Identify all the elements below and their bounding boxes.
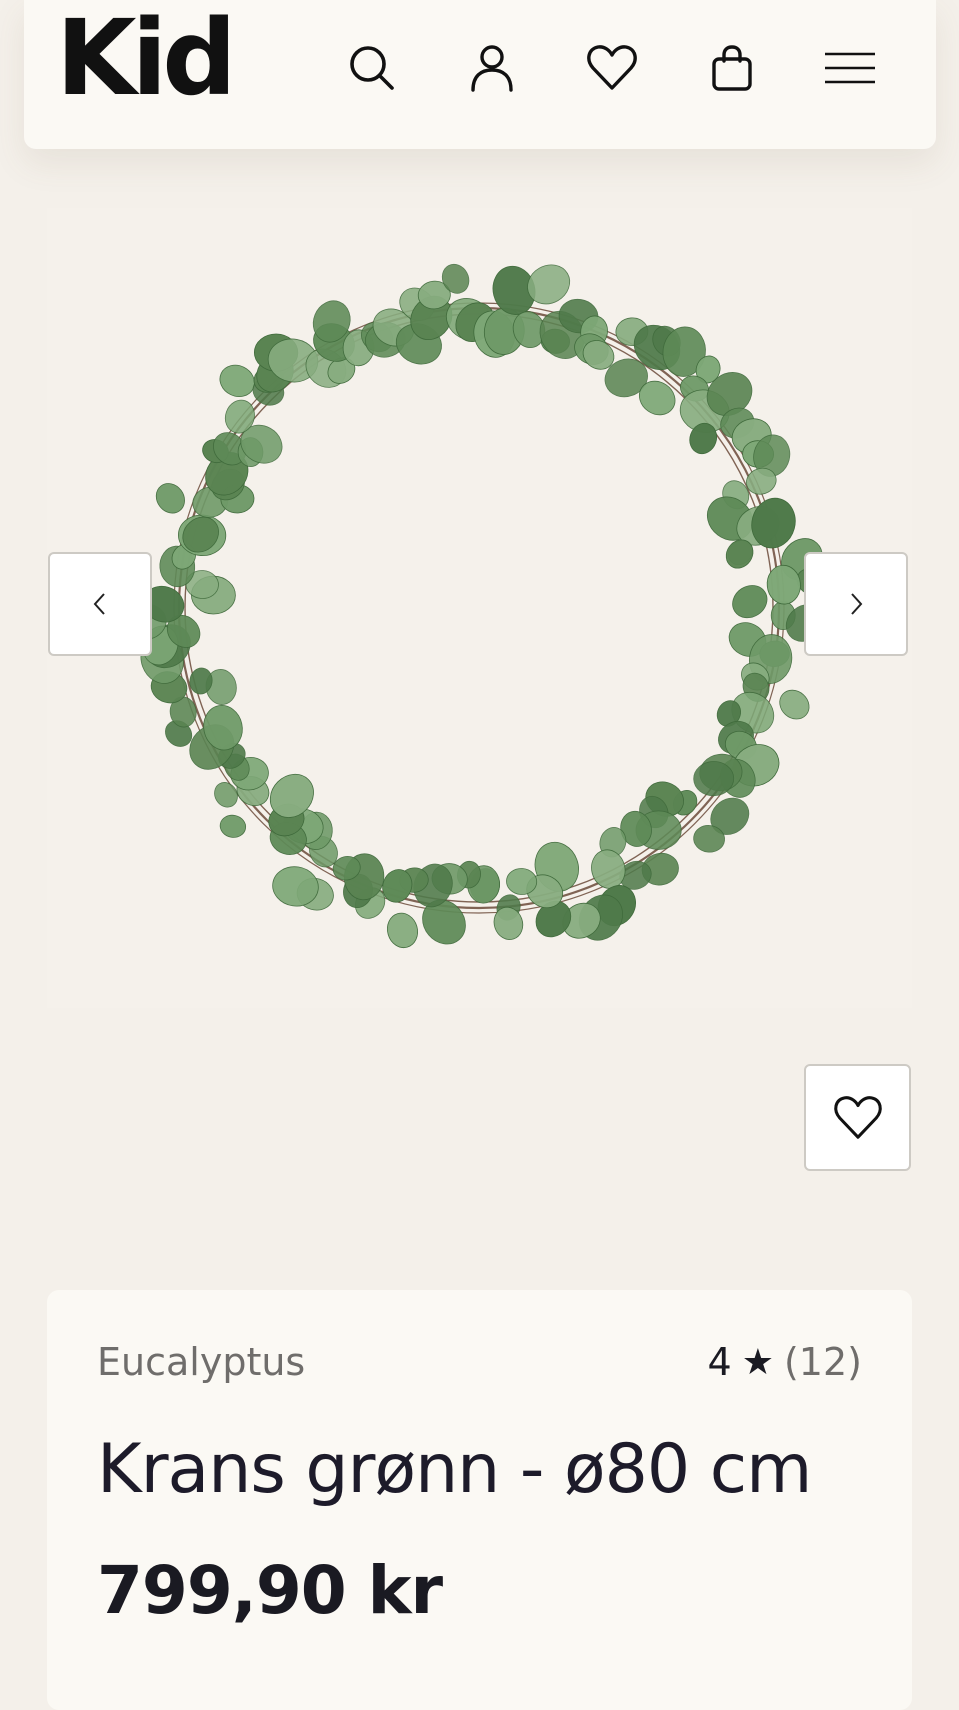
wreath-leaf <box>779 689 810 720</box>
wreath-leaf <box>219 364 255 398</box>
chevron-left-icon <box>93 593 105 615</box>
star-icon: ★ <box>741 1341 774 1383</box>
menu-icon <box>825 52 875 84</box>
gallery-prev-button[interactable] <box>48 552 152 656</box>
search-button[interactable] <box>340 36 404 100</box>
wreath-leaf <box>219 814 247 838</box>
product-image[interactable] <box>47 208 912 1008</box>
account-button[interactable] <box>460 36 524 100</box>
product-info-card: Eucalyptus 4 ★ (12) Krans grønn - ø80 cm… <box>47 1290 912 1710</box>
product-price: 799,90 kr <box>97 1552 443 1629</box>
wreath-leaf <box>493 906 524 940</box>
product-brand[interactable]: Eucalyptus <box>97 1340 305 1384</box>
rating-score: 4 <box>707 1340 732 1384</box>
heart-icon <box>833 1095 882 1139</box>
account-icon <box>471 45 513 92</box>
menu-button[interactable] <box>818 36 882 100</box>
add-to-favorites-button[interactable] <box>804 1064 911 1171</box>
wreath-leaf <box>386 912 419 949</box>
logo[interactable]: Kid <box>56 6 237 110</box>
product-gallery <box>47 208 912 1008</box>
search-icon <box>350 46 394 90</box>
review-count: (12) <box>783 1340 862 1384</box>
wishlist-icon <box>587 45 637 90</box>
chevron-right-icon <box>851 593 863 615</box>
product-title: Krans grønn - ø80 cm <box>97 1430 812 1509</box>
site-header: Kid <box>24 0 936 149</box>
wishlist-button[interactable] <box>580 36 644 100</box>
cart-button[interactable] <box>700 36 764 100</box>
gallery-next-button[interactable] <box>804 552 908 656</box>
product-rating[interactable]: 4 ★ (12) <box>708 1340 862 1384</box>
wreath-leaf <box>732 585 768 619</box>
cart-icon <box>712 45 752 91</box>
wreath-leaf <box>155 483 185 514</box>
